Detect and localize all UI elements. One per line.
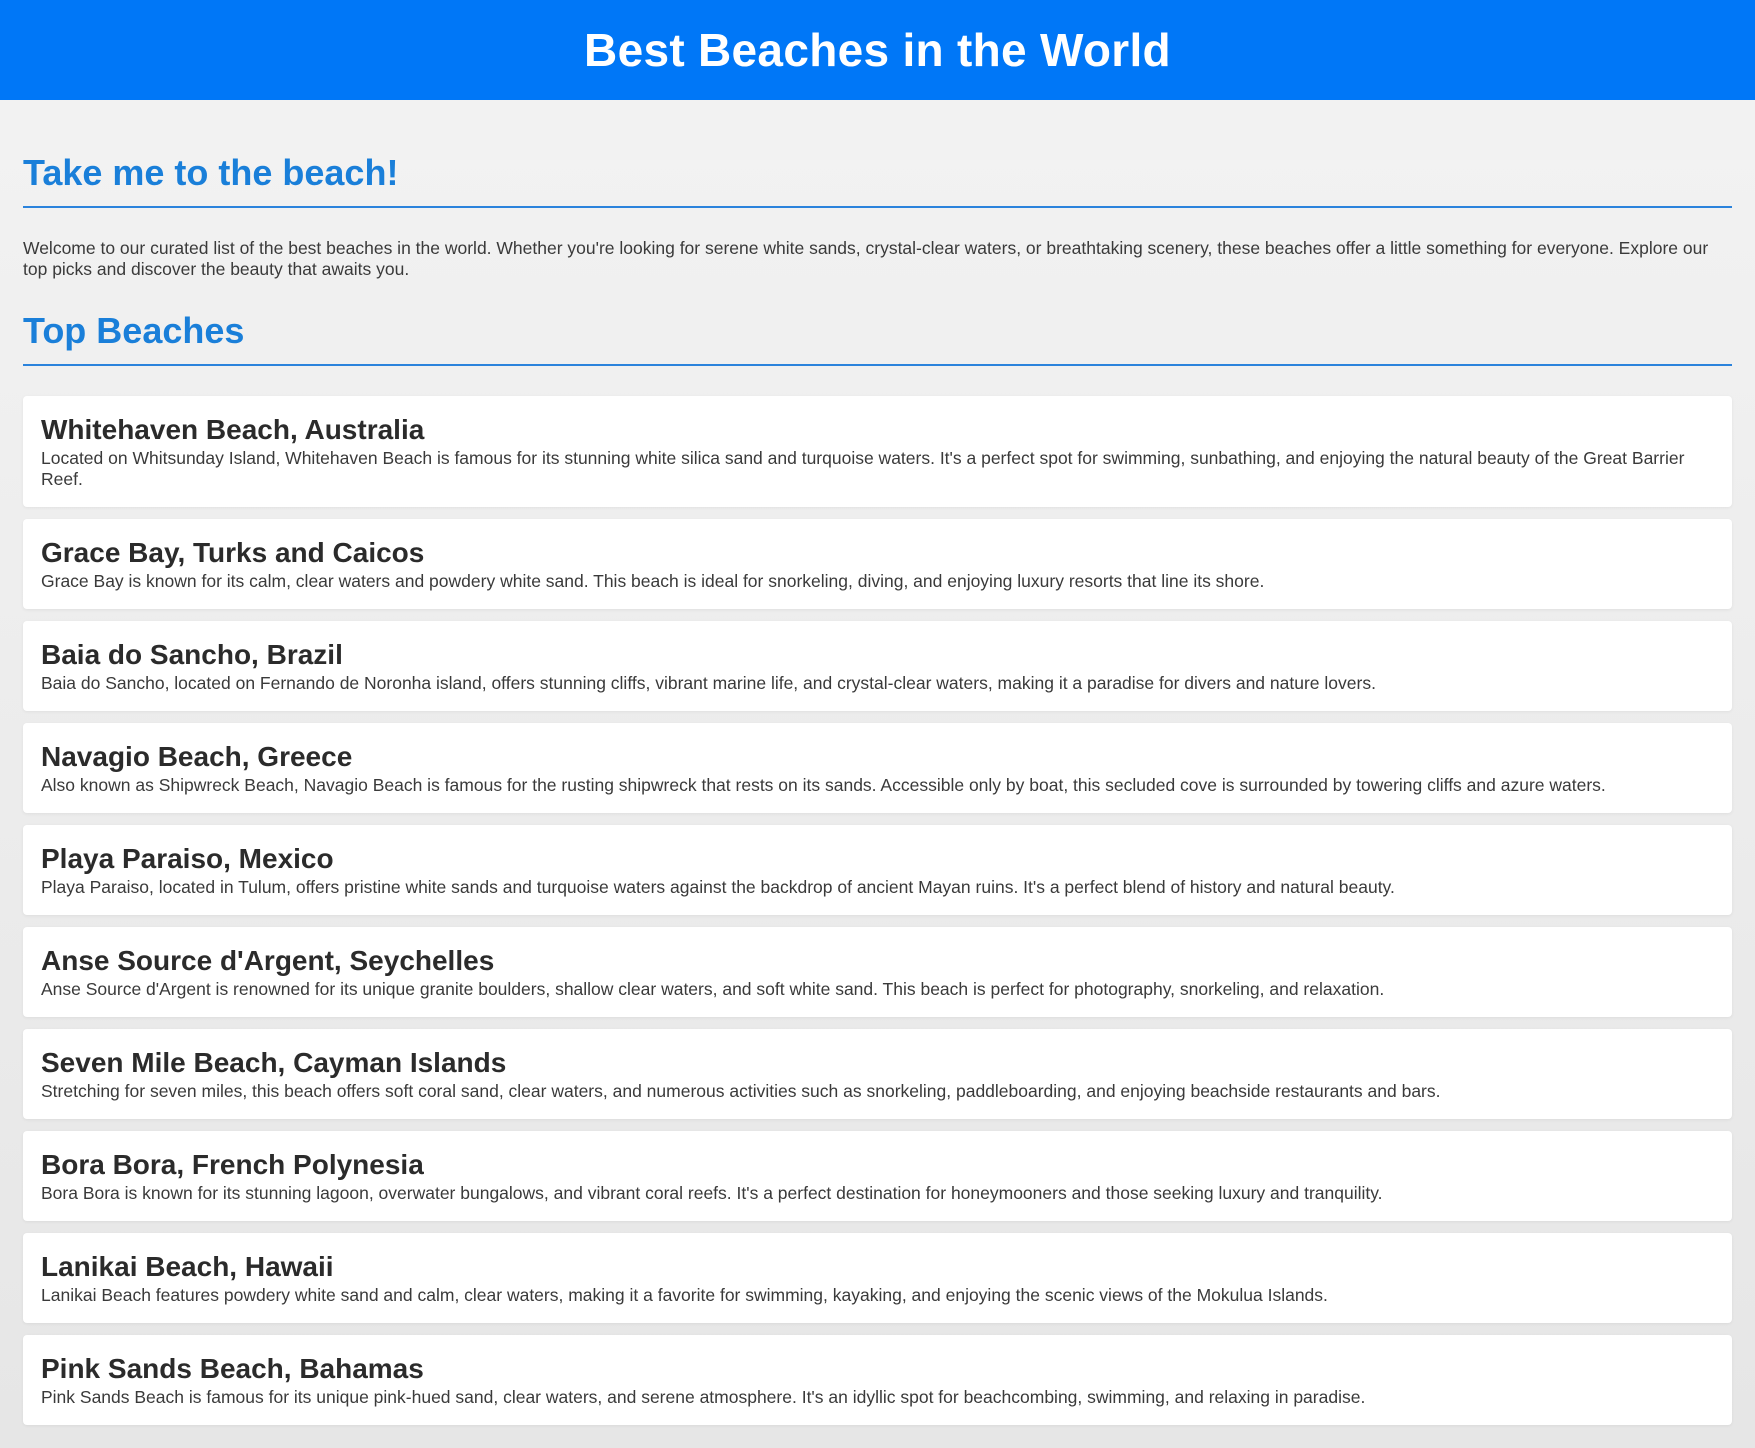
beach-card: Bora Bora, French Polynesia Bora Bora is… bbox=[23, 1131, 1732, 1221]
top-beaches-section: Top Beaches Whitehaven Beach, Australia … bbox=[23, 310, 1732, 1425]
beach-card: Grace Bay, Turks and Caicos Grace Bay is… bbox=[23, 519, 1732, 609]
beach-description: Stretching for seven miles, this beach o… bbox=[41, 1081, 1441, 1101]
beach-name: Whitehaven Beach, Australia bbox=[41, 414, 425, 445]
beach-card: Whitehaven Beach, Australia Located on W… bbox=[23, 396, 1732, 507]
beach-card: Anse Source d'Argent, Seychelles Anse So… bbox=[23, 927, 1732, 1017]
main-content: Take me to the beach! Welcome to our cur… bbox=[0, 152, 1755, 1425]
beach-card: Seven Mile Beach, Cayman Islands Stretch… bbox=[23, 1029, 1732, 1119]
site-title: Best Beaches in the World bbox=[584, 24, 1171, 76]
beach-description: Anse Source d'Argent is renowned for its… bbox=[41, 979, 1385, 999]
beach-description: Grace Bay is known for its calm, clear w… bbox=[41, 571, 1265, 591]
beach-description: Also known as Shipwreck Beach, Navagio B… bbox=[41, 775, 1606, 795]
beach-card: Playa Paraiso, Mexico Playa Paraiso, loc… bbox=[23, 825, 1732, 915]
beach-name: Pink Sands Beach, Bahamas bbox=[41, 1353, 424, 1384]
beach-description: Located on Whitsunday Island, Whitehaven… bbox=[41, 448, 1685, 489]
beach-description: Bora Bora is known for its stunning lago… bbox=[41, 1183, 1383, 1203]
beach-name: Seven Mile Beach, Cayman Islands bbox=[41, 1047, 507, 1078]
beach-card: Pink Sands Beach, Bahamas Pink Sands Bea… bbox=[23, 1335, 1732, 1425]
beach-name: Grace Bay, Turks and Caicos bbox=[41, 537, 425, 568]
beach-name: Bora Bora, French Polynesia bbox=[41, 1149, 424, 1180]
intro-section: Take me to the beach! Welcome to our cur… bbox=[23, 152, 1732, 280]
top-beaches-heading: Top Beaches bbox=[23, 310, 1732, 366]
intro-heading: Take me to the beach! bbox=[23, 152, 1732, 208]
beach-name: Lanikai Beach, Hawaii bbox=[41, 1251, 334, 1282]
beach-card: Navagio Beach, Greece Also known as Ship… bbox=[23, 723, 1732, 813]
beach-description: Pink Sands Beach is famous for its uniqu… bbox=[41, 1387, 1366, 1407]
beach-description: Lanikai Beach features powdery white san… bbox=[41, 1285, 1328, 1305]
beach-card: Baia do Sancho, Brazil Baia do Sancho, l… bbox=[23, 621, 1732, 711]
site-header: Best Beaches in the World bbox=[0, 0, 1755, 100]
beach-name: Baia do Sancho, Brazil bbox=[41, 639, 343, 670]
beach-description: Playa Paraiso, located in Tulum, offers … bbox=[41, 877, 1395, 897]
beach-name: Playa Paraiso, Mexico bbox=[41, 843, 334, 874]
beach-name: Anse Source d'Argent, Seychelles bbox=[41, 945, 495, 976]
beach-card: Lanikai Beach, Hawaii Lanikai Beach feat… bbox=[23, 1233, 1732, 1323]
beach-name: Navagio Beach, Greece bbox=[41, 741, 353, 772]
intro-text: Welcome to our curated list of the best … bbox=[23, 238, 1709, 279]
beach-description: Baia do Sancho, located on Fernando de N… bbox=[41, 673, 1376, 693]
beach-list: Whitehaven Beach, Australia Located on W… bbox=[23, 396, 1732, 1425]
